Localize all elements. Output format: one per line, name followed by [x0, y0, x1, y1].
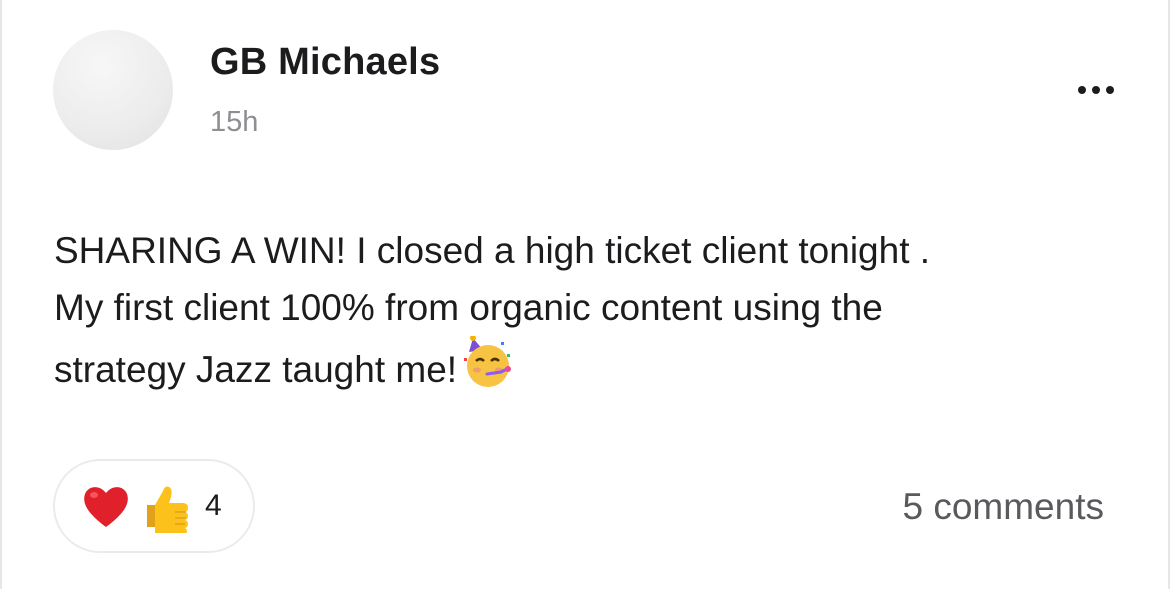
reactions-button[interactable]: 4 [53, 459, 255, 553]
more-dot [1092, 86, 1100, 94]
author-name[interactable]: GB Michaels [210, 41, 440, 84]
partying-face-emoji [464, 336, 512, 387]
more-options-button[interactable] [1066, 72, 1126, 108]
red-heart-emoji [84, 487, 128, 527]
post-card: GB Michaels 15h SHARING A WIN! I closed … [0, 0, 1170, 589]
post-timestamp: 15h [210, 106, 259, 138]
post-body: SHARING A WIN! I closed a high ticket cl… [54, 222, 1134, 398]
reaction-count: 4 [205, 489, 222, 522]
comments-link[interactable]: 5 comments [902, 486, 1104, 528]
avatar[interactable] [53, 30, 173, 150]
more-horizontal-icon [1078, 86, 1086, 94]
thumbs-up-emoji [147, 486, 188, 533]
more-dot [1106, 86, 1114, 94]
